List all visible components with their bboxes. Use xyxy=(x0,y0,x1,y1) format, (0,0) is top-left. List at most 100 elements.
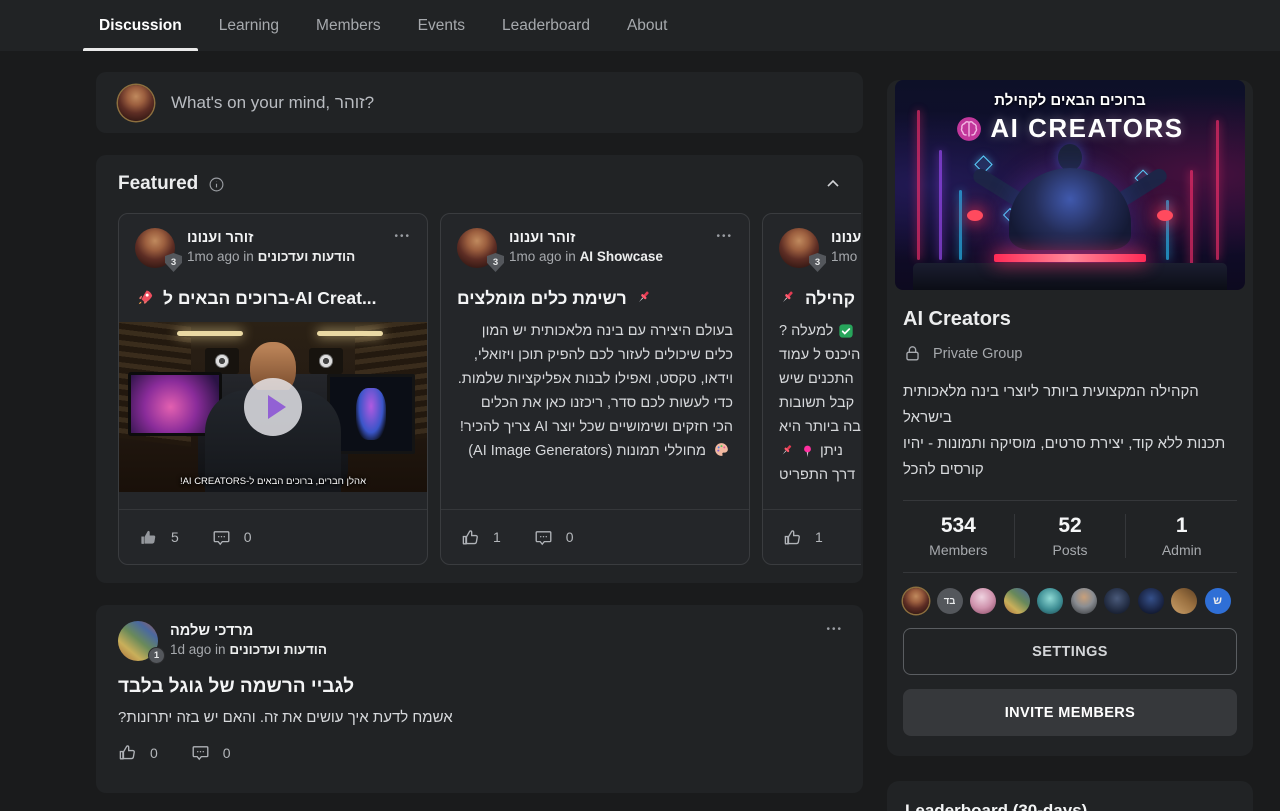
like-button[interactable]: 0 xyxy=(118,743,158,762)
like-count: 5 xyxy=(171,529,179,545)
author-name[interactable]: זוהר וענונו xyxy=(187,230,355,246)
palette-icon xyxy=(713,441,730,458)
more-menu-button[interactable]: ••• xyxy=(716,228,733,268)
tab-leaderboard[interactable]: Leaderboard xyxy=(500,0,592,51)
banner-keyboard xyxy=(994,254,1146,262)
banner-figure-head xyxy=(1058,144,1082,171)
group-banner: ברוכים הבאים לקהילת AI CREATORS xyxy=(895,80,1245,290)
stat-posts[interactable]: 52 Posts xyxy=(1014,514,1126,558)
comment-count: 0 xyxy=(223,745,231,761)
light-bar-left xyxy=(177,331,243,336)
check-icon xyxy=(838,323,854,339)
member-avatar[interactable] xyxy=(1037,588,1063,614)
feed-column: What's on your mind, זוהר? Featured 3 xyxy=(96,72,863,133)
member-avatar[interactable] xyxy=(1138,588,1164,614)
top-nav: Discussion Learning Members Events Leade… xyxy=(0,0,1280,51)
comment-button[interactable]: 0 xyxy=(212,528,252,547)
light-bar-right xyxy=(317,331,383,336)
like-button[interactable]: 1 xyxy=(461,528,501,547)
round-pin-icon xyxy=(800,444,815,459)
speaker-left xyxy=(205,348,239,374)
like-count: 1 xyxy=(493,529,501,545)
banner-glowing-hand xyxy=(1157,210,1173,221)
post-title-fragment[interactable]: קהילה xyxy=(805,288,855,309)
member-avatar[interactable] xyxy=(903,588,929,614)
tab-learning[interactable]: Learning xyxy=(217,0,281,51)
featured-post-welcome[interactable]: 3 זוהר וענונו 1mo ago in הודעות ועדכונים… xyxy=(118,213,428,565)
comment-count: 0 xyxy=(566,529,574,545)
post-composer[interactable]: What's on your mind, זוהר? xyxy=(96,72,863,133)
settings-button[interactable]: SETTINGS xyxy=(903,628,1237,675)
like-button[interactable]: 1 xyxy=(783,528,823,547)
collapse-chevron-up-icon[interactable] xyxy=(823,174,843,194)
more-menu-button[interactable]: ••• xyxy=(826,621,843,661)
tab-members[interactable]: Members xyxy=(314,0,383,51)
like-button[interactable]: 5 xyxy=(139,528,179,547)
post-title[interactable]: ברוכים הבאים ל-AI Creat... xyxy=(163,288,411,309)
post-category[interactable]: הודעות ועדכונים xyxy=(229,642,327,657)
featured-title: Featured xyxy=(118,173,198,195)
group-sidebar: ברוכים הבאים לקהילת AI CREATORS AI Creat… xyxy=(887,72,1253,811)
tab-about[interactable]: About xyxy=(625,0,670,51)
level-badge: 3 xyxy=(165,253,182,272)
comment-count: 0 xyxy=(244,529,252,545)
post-body: בעולם היצירה עם בינה מלאכותית יש המון כל… xyxy=(457,319,733,463)
pushpin-icon xyxy=(635,289,653,307)
member-avatar[interactable]: בד xyxy=(937,588,963,614)
post-category[interactable]: הודעות ועדכונים xyxy=(258,249,356,264)
comment-button[interactable]: 0 xyxy=(191,743,231,762)
like-count: 1 xyxy=(815,529,823,545)
brain-icon xyxy=(956,116,982,142)
tab-events[interactable]: Events xyxy=(416,0,467,51)
banner-brand-text: AI CREATORS xyxy=(990,113,1183,144)
post-body: אשמח לדעת איך עושים את זה. והאם יש בזה י… xyxy=(118,709,841,726)
post-category[interactable]: AI Showcase xyxy=(580,249,663,264)
banner-glowing-hand xyxy=(967,210,983,221)
stat-admins[interactable]: 1 Admin xyxy=(1125,514,1237,558)
like-count: 0 xyxy=(150,745,158,761)
featured-carousel[interactable]: 3 זוהר וענונו 1mo ago in הודעות ועדכונים… xyxy=(118,213,861,565)
author-name[interactable]: זוהר וענונו xyxy=(831,230,861,246)
featured-post-tools[interactable]: 3 זוהר וענונו 1mo ago in AI Showcase •••… xyxy=(440,213,750,565)
stat-members[interactable]: 534 Members xyxy=(903,514,1014,558)
member-avatars: בד ש xyxy=(903,588,1237,614)
video-thumbnail[interactable]: אהלן חברים, ברוכים הבאים ל-AI CREATORS! xyxy=(119,322,427,492)
tab-discussion[interactable]: Discussion xyxy=(97,0,184,51)
level-badge: 3 xyxy=(487,253,504,272)
post-title[interactable]: לגביי הרשמה של גוגל בלבד xyxy=(118,676,841,698)
level-badge: 3 xyxy=(809,253,826,272)
comment-button[interactable]: 0 xyxy=(534,528,574,547)
user-avatar[interactable] xyxy=(118,85,154,121)
leaderboard-card[interactable]: Leaderboard (30-days) xyxy=(887,781,1253,811)
member-avatar[interactable] xyxy=(1104,588,1130,614)
group-card: ברוכים הבאים לקהילת AI CREATORS AI Creat… xyxy=(887,80,1253,756)
member-avatar[interactable] xyxy=(1171,588,1197,614)
feed-post[interactable]: 1 מרדכי שלמה 1d ago in הודעות ועדכונים •… xyxy=(96,605,863,793)
post-meta: 1mo xyxy=(831,249,857,264)
member-avatar[interactable]: ש xyxy=(1205,588,1231,614)
level-badge: 1 xyxy=(148,647,165,664)
invite-members-button[interactable]: INVITE MEMBERS xyxy=(903,689,1237,736)
member-avatar[interactable] xyxy=(1004,588,1030,614)
group-description: הקהילה המקצועית ביותר ליוצרי בינה מלאכות… xyxy=(903,379,1237,483)
member-avatar[interactable] xyxy=(970,588,996,614)
group-stats: 534 Members 52 Posts 1 Admin xyxy=(903,500,1237,573)
group-privacy: Private Group xyxy=(933,346,1022,362)
featured-section: Featured 3 זוהר וענונו 1mo ago in הוד xyxy=(96,155,863,583)
banner-welcome-text: ברוכים הבאים לקהילת xyxy=(895,92,1245,109)
group-name: AI Creators xyxy=(903,308,1237,331)
more-menu-button[interactable]: ••• xyxy=(394,228,411,268)
author-name[interactable]: מרדכי שלמה xyxy=(170,623,327,639)
pushpin-icon xyxy=(779,443,795,459)
post-body-fragment: ? למעלה היכנס ל עמוד התכנים שיש קבל תשוב… xyxy=(779,319,861,487)
post-meta: 1mo ago in xyxy=(509,249,576,264)
banner-figure-torso xyxy=(1009,168,1131,250)
play-button[interactable] xyxy=(244,378,302,436)
member-avatar[interactable] xyxy=(1071,588,1097,614)
info-icon[interactable] xyxy=(208,176,225,193)
rocket-icon xyxy=(135,288,155,308)
post-title[interactable]: רשימת כלים מומלצים xyxy=(457,288,627,309)
leaderboard-title: Leaderboard (30-days) xyxy=(905,801,1235,811)
featured-post-community[interactable]: 3 זוהר וענונו 1mo קהילה ? למעלה היכנס ל … xyxy=(762,213,861,565)
author-name[interactable]: זוהר וענונו xyxy=(509,230,663,246)
